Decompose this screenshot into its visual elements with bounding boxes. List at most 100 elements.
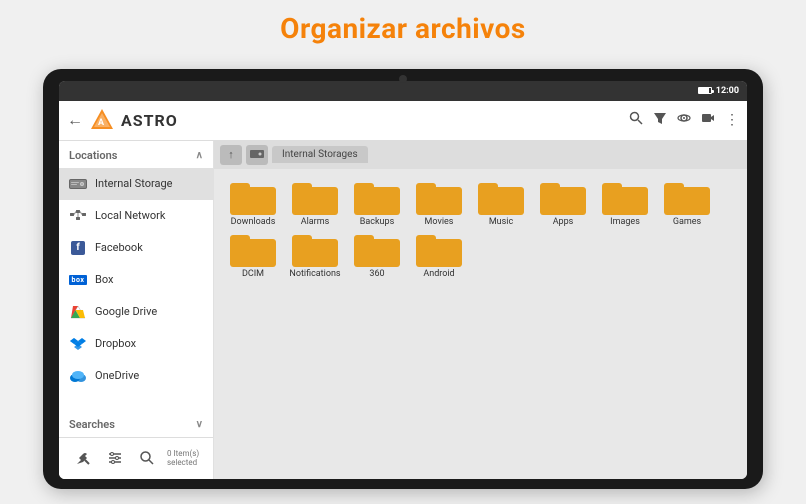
folder-icon-notifications xyxy=(292,231,338,267)
folder-images[interactable]: Images xyxy=(596,179,654,227)
sidebar-item-facebook[interactable]: f Facebook xyxy=(59,232,213,264)
folder-apps[interactable]: Apps xyxy=(534,179,592,227)
page-title-area: Organizar archivos xyxy=(280,0,526,53)
status-time: 12:00 xyxy=(716,86,739,96)
folder-label-dcim: DCIM xyxy=(242,269,264,279)
app-bar: ← A ASTRO xyxy=(59,101,747,141)
folder-icon-android xyxy=(416,231,462,267)
box-icon: box xyxy=(69,271,87,289)
folder-label-backups: Backups xyxy=(360,217,394,227)
search-icon[interactable] xyxy=(629,111,643,129)
internal-storage-label: Internal Storage xyxy=(95,177,173,190)
folder-movies[interactable]: Movies xyxy=(410,179,468,227)
tools-icon xyxy=(75,450,91,466)
google-drive-label: Google Drive xyxy=(95,305,157,318)
folder-downloads[interactable]: Downloads xyxy=(224,179,282,227)
tablet-screen: 12:00 ← A ASTRO xyxy=(59,81,747,479)
gdrive-icon xyxy=(69,303,87,321)
folder-label-apps: Apps xyxy=(553,217,574,227)
video-icon[interactable] xyxy=(701,111,715,129)
settings-icon xyxy=(107,450,123,466)
battery-fill xyxy=(699,88,709,93)
onedrive-icon xyxy=(69,367,87,385)
tablet-camera xyxy=(399,75,407,83)
file-area: ↑ Internal Storages xyxy=(214,141,747,479)
folder-icon-apps xyxy=(540,179,586,215)
view-icon[interactable] xyxy=(677,111,691,129)
searches-header[interactable]: Searches ∨ xyxy=(59,410,213,437)
folder-label-alarms: Alarms xyxy=(301,217,330,227)
facebook-icon: f xyxy=(69,239,87,257)
folder-label-images: Images xyxy=(610,217,640,227)
tablet-device: 12:00 ← A ASTRO xyxy=(43,69,763,489)
box-label: Box xyxy=(95,273,113,286)
sidebar-item-onedrive[interactable]: OneDrive xyxy=(59,360,213,392)
folder-icon-backups xyxy=(354,179,400,215)
folder-backups[interactable]: Backups xyxy=(348,179,406,227)
page-title: Organizar archivos xyxy=(280,0,526,53)
folder-icon-images xyxy=(602,179,648,215)
status-bar: 12:00 xyxy=(59,81,747,101)
search-button[interactable] xyxy=(133,448,161,468)
search-icon-bottom xyxy=(139,450,155,466)
folder-label-notifications: Notifications xyxy=(289,269,340,279)
sidebar: Locations ∧ xyxy=(59,141,214,479)
folder-label-android: Android xyxy=(423,269,454,279)
folder-360[interactable]: 360 xyxy=(348,231,406,279)
folder-label-movies: Movies xyxy=(425,217,454,227)
selection-status: 0 Item(s) selected xyxy=(167,449,203,467)
folder-icon-alarms xyxy=(292,179,338,215)
folder-notifications[interactable]: Notifications xyxy=(286,231,344,279)
onedrive-label: OneDrive xyxy=(95,369,139,382)
dropbox-icon xyxy=(69,335,87,353)
folder-icon-360 xyxy=(354,231,400,267)
searches-label: Searches xyxy=(69,418,115,431)
internal-storages-tab[interactable]: Internal Storages xyxy=(272,146,368,163)
folder-label-games: Games xyxy=(673,217,701,227)
up-button[interactable]: ↑ xyxy=(220,145,242,165)
storage-icon xyxy=(250,149,264,160)
folder-icon-movies xyxy=(416,179,462,215)
bottom-toolbar: 0 Item(s) selected xyxy=(59,437,213,479)
folder-alarms[interactable]: Alarms xyxy=(286,179,344,227)
sidebar-item-dropbox[interactable]: Dropbox xyxy=(59,328,213,360)
searches-chevron: ∨ xyxy=(196,419,203,430)
main-content: Locations ∧ xyxy=(59,141,747,479)
local-network-label: Local Network xyxy=(95,209,165,222)
locations-label: Locations xyxy=(69,149,117,162)
folder-label-360: 360 xyxy=(369,269,384,279)
file-tabs-bar: ↑ Internal Storages xyxy=(214,141,747,169)
dropbox-label: Dropbox xyxy=(95,337,136,350)
folder-label-music: Music xyxy=(489,217,513,227)
astro-logo: A xyxy=(89,107,115,133)
sidebar-item-google-drive[interactable]: Google Drive xyxy=(59,296,213,328)
sidebar-item-local-network[interactable]: Local Network xyxy=(59,200,213,232)
hdd-icon xyxy=(69,175,87,193)
folder-android[interactable]: Android xyxy=(410,231,468,279)
app-bar-icons: ⋮ xyxy=(629,111,739,129)
folder-icon-dcim xyxy=(230,231,276,267)
filter-icon[interactable] xyxy=(653,111,667,129)
svg-text:A: A xyxy=(98,118,105,128)
folder-icon-games xyxy=(664,179,710,215)
folder-icon-downloads xyxy=(230,179,276,215)
folder-label-downloads: Downloads xyxy=(231,217,276,227)
folder-music[interactable]: Music xyxy=(472,179,530,227)
folder-games[interactable]: Games xyxy=(658,179,716,227)
folder-dcim[interactable]: DCIM xyxy=(224,231,282,279)
storage-button[interactable] xyxy=(246,145,268,165)
sidebar-spacer xyxy=(59,392,213,410)
back-button[interactable]: ← xyxy=(67,110,83,130)
network-icon xyxy=(69,207,87,225)
more-icon[interactable]: ⋮ xyxy=(725,112,739,128)
app-bar-title: ASTRO xyxy=(121,111,178,130)
facebook-label: Facebook xyxy=(95,241,143,254)
tools-button[interactable] xyxy=(69,448,97,468)
locations-chevron: ∧ xyxy=(196,150,203,161)
sidebar-item-box[interactable]: box Box xyxy=(59,264,213,296)
file-grid: Downloads Alarms Backups Movies xyxy=(214,169,747,479)
locations-header[interactable]: Locations ∧ xyxy=(59,141,213,168)
settings-button[interactable] xyxy=(101,448,129,468)
sidebar-item-internal-storage[interactable]: Internal Storage xyxy=(59,168,213,200)
folder-icon-music xyxy=(478,179,524,215)
